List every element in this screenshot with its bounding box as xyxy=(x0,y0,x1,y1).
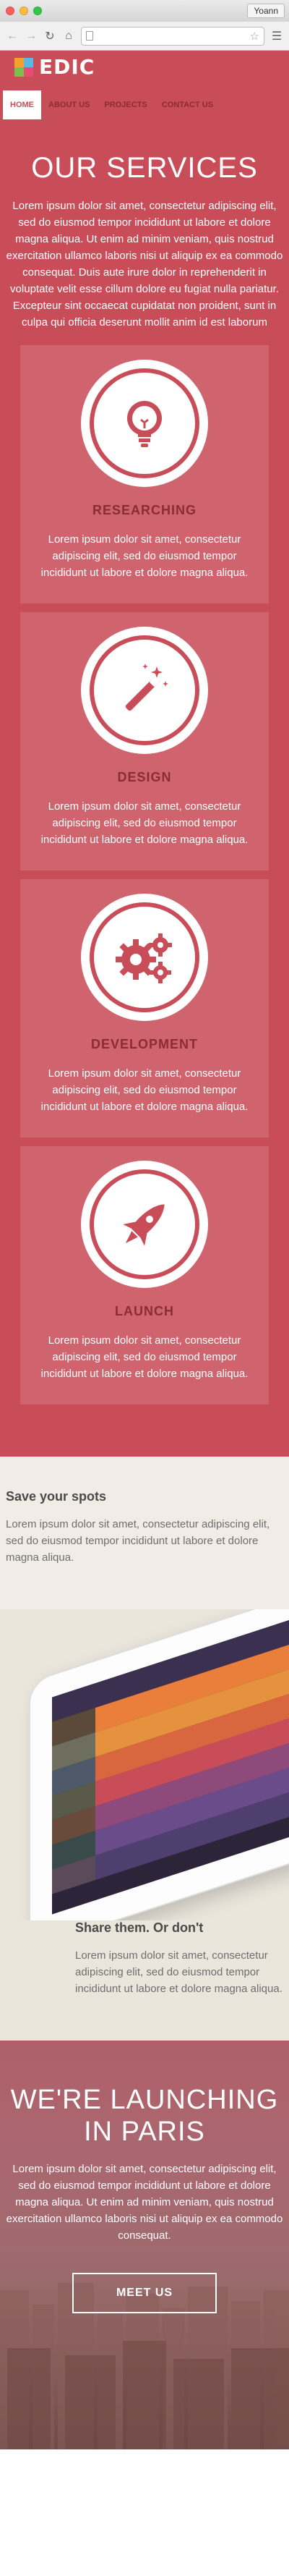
nav-contact-us[interactable]: CONTACT US xyxy=(155,90,220,119)
service-text: Lorem ipsum dolor sit amet, consectetur … xyxy=(40,533,249,579)
service-title: RESEARCHING xyxy=(92,503,197,517)
spots-title: Save your spots xyxy=(6,1489,107,1504)
service-icon-circle xyxy=(81,360,208,487)
menu-icon[interactable]: ☰ xyxy=(270,30,283,43)
magic-wand-icon xyxy=(125,664,168,711)
phone-screen xyxy=(52,1619,289,1915)
zoom-window-button[interactable] xyxy=(33,7,42,15)
share-text: Lorem ipsum dolor sit amet, consectetur … xyxy=(75,1949,282,1995)
paris-text: Lorem ipsum dolor sit amet, consectetur … xyxy=(6,2163,283,2242)
nav-about-us[interactable]: ABOUT US xyxy=(41,90,97,119)
service-card-development: DEVELOPMENT Lorem ipsum dolor sit amet, … xyxy=(20,879,269,1137)
services-section: EDIC HOME ABOUT US PROJECTS CONTACT US O… xyxy=(0,51,289,1457)
service-text: Lorem ipsum dolor sit amet, consectetur … xyxy=(40,1067,249,1113)
service-card-launch: LAUNCH Lorem ipsum dolor sit amet, conse… xyxy=(20,1146,269,1404)
close-window-button[interactable] xyxy=(6,7,14,15)
logo-mark-icon[interactable] xyxy=(14,57,33,77)
share-section: Share them. Or don't Lorem ipsum dolor s… xyxy=(0,1609,289,2041)
page-icon xyxy=(86,31,93,41)
paris-launch-section: WE'RE LAUNCHING IN PARIS Lorem ipsum dol… xyxy=(0,2041,289,2449)
rocket-icon xyxy=(123,1204,165,1246)
logo-text[interactable]: EDIC xyxy=(39,55,95,79)
minimize-window-button[interactable] xyxy=(20,7,28,15)
back-arrow-icon[interactable]: ← xyxy=(6,30,19,43)
services-title: OUR SERVICES xyxy=(31,152,258,184)
service-icon-circle xyxy=(81,627,208,754)
service-text: Lorem ipsum dolor sit amet, consectetur … xyxy=(40,1334,249,1380)
paris-content: WE'RE LAUNCHING IN PARIS Lorem ipsum dol… xyxy=(0,2041,289,2313)
service-icon-circle xyxy=(81,894,208,1021)
browser-toolbar: ← → ↻ ⌂ ☆ ☰ xyxy=(0,22,289,51)
spots-text: Lorem ipsum dolor sit amet, consectetur … xyxy=(6,1518,270,1564)
paris-title: WE'RE LAUNCHING IN PARIS xyxy=(6,2084,283,2148)
paris-title-line2: IN PARIS xyxy=(84,2117,205,2147)
address-bar[interactable]: ☆ xyxy=(81,26,264,46)
gears-icon xyxy=(116,933,172,983)
service-card-design: DESIGN Lorem ipsum dolor sit amet, conse… xyxy=(20,612,269,870)
lightbulb-icon xyxy=(127,401,162,447)
reload-icon[interactable]: ↻ xyxy=(43,30,56,43)
phone-mockup-wrapper xyxy=(0,1609,289,1920)
phone-mockup-image xyxy=(29,1609,289,1920)
forward-arrow-icon[interactable]: → xyxy=(25,30,38,43)
nav-home[interactable]: HOME xyxy=(3,90,41,119)
site-header: EDIC xyxy=(0,51,289,83)
service-title: DESIGN xyxy=(117,770,172,784)
main-nav: HOME ABOUT US PROJECTS CONTACT US xyxy=(0,90,289,119)
service-title: LAUNCH xyxy=(115,1304,174,1318)
save-spots-section: Save your spots Lorem ipsum dolor sit am… xyxy=(0,1457,289,1609)
home-icon[interactable]: ⌂ xyxy=(62,30,75,43)
paris-title-line1: WE'RE LAUNCHING xyxy=(10,2085,279,2115)
services-intro: Lorem ipsum dolor sit amet, consectetur … xyxy=(6,200,283,329)
meet-us-button[interactable]: MEET US xyxy=(72,2273,217,2313)
profile-button[interactable]: Yoann xyxy=(247,4,285,18)
nav-projects[interactable]: PROJECTS xyxy=(97,90,154,119)
service-icon-circle xyxy=(81,1161,208,1288)
bookmark-star-icon[interactable]: ☆ xyxy=(250,30,259,43)
service-title: DEVELOPMENT xyxy=(90,1037,198,1051)
service-text: Lorem ipsum dolor sit amet, consectetur … xyxy=(40,800,249,846)
share-text-block: Share them. Or don't Lorem ipsum dolor s… xyxy=(0,1920,289,1997)
service-cards: RESEARCHING Lorem ipsum dolor sit amet, … xyxy=(0,331,289,1404)
share-title: Share them. Or don't xyxy=(75,1920,204,1935)
browser-titlebar: Yoann xyxy=(0,0,289,22)
service-card-researching: RESEARCHING Lorem ipsum dolor sit amet, … xyxy=(20,345,269,603)
